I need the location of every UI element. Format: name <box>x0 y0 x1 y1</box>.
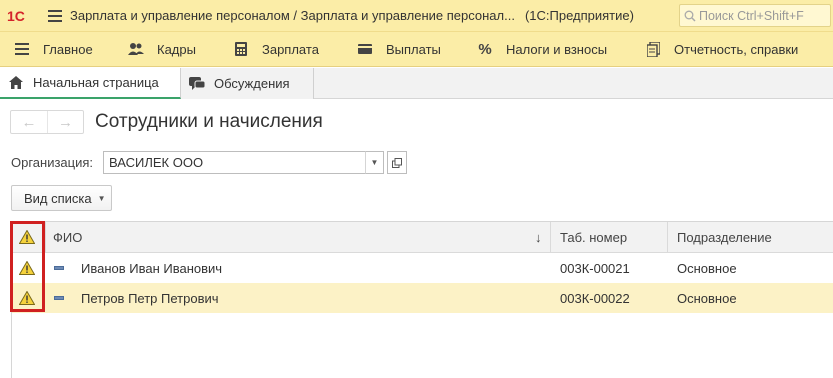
list-view-label: Вид списка <box>24 190 92 206</box>
search-placeholder: Поиск Ctrl+Shift+F <box>699 8 804 23</box>
list-view-button[interactable]: Вид списка ▼ <box>11 185 112 211</box>
menu-item-payments[interactable]: Выплаты <box>357 31 441 67</box>
employee-name: Иванов Иван Иванович <box>81 260 223 276</box>
window-title: Зарплата и управление персоналом / Зарпл… <box>70 8 515 23</box>
menu-item-main[interactable]: Главное <box>14 31 93 67</box>
menu-item-reports[interactable]: Отчетность, справки <box>645 31 798 67</box>
menu-item-label: Зарплата <box>262 41 319 57</box>
tab-label: Начальная страница <box>33 75 159 90</box>
menu-item-label: Главное <box>43 41 93 57</box>
hamburger-icon <box>14 41 30 57</box>
section-menu: Главное Кадры Зарплата Выплаты % Налоги … <box>0 31 833 67</box>
dropdown-arrow-icon[interactable]: ▼ <box>365 151 384 174</box>
column-header-name[interactable]: ФИО <box>53 222 82 253</box>
window-title-suffix: (1С:Предприятие) <box>524 8 634 23</box>
employee-name: Петров Петр Петрович <box>81 290 219 306</box>
sort-arrow-icon[interactable]: ↓ <box>535 222 542 253</box>
menu-item-salary[interactable]: Зарплата <box>233 31 319 67</box>
tab-number: 003К-00021 <box>560 260 630 276</box>
tab-home[interactable]: Начальная страница <box>0 68 181 99</box>
department: Основное <box>677 260 737 276</box>
page-title: Сотрудники и начисления <box>95 111 323 132</box>
home-icon <box>8 75 24 91</box>
employee-icon <box>54 296 64 300</box>
open-item-icon[interactable] <box>387 151 407 174</box>
department: Основное <box>677 290 737 306</box>
table-header: ФИО ↓ Таб. номер Подразделение <box>12 222 833 253</box>
organization-value: ВАСИЛЕК ООО <box>109 155 204 170</box>
search-input[interactable]: Поиск Ctrl+Shift+F <box>679 4 831 27</box>
nav-buttons: ← → <box>10 110 84 134</box>
employee-icon <box>54 266 64 270</box>
percent-icon: % <box>478 40 492 58</box>
svg-text:1С: 1С <box>7 8 25 24</box>
menu-item-label: Налоги и взносы <box>506 41 608 57</box>
menu-item-label: Отчетность, справки <box>674 41 799 57</box>
column-separator <box>667 222 668 253</box>
menu-item-personnel[interactable]: Кадры <box>128 31 196 67</box>
back-arrow-icon[interactable]: ← <box>11 111 47 133</box>
column-separator <box>45 222 46 253</box>
menu-item-label: Кадры <box>157 41 196 57</box>
people-icon <box>128 41 144 57</box>
employees-table: ФИО ↓ Таб. номер Подразделение Иванов Ив… <box>11 221 833 378</box>
column-header-tab-number[interactable]: Таб. номер <box>560 222 627 253</box>
tab-bar: Начальная страница Обсуждения <box>0 68 833 99</box>
1c-logo-icon[interactable]: 1С <box>0 0 40 31</box>
wallet-icon <box>357 41 373 57</box>
calculator-icon <box>233 41 249 57</box>
title-bar: 1С Зарплата и управление персоналом / За… <box>0 0 833 31</box>
chevron-down-icon: ▼ <box>97 193 106 203</box>
documents-icon <box>645 41 661 57</box>
chat-icon <box>189 76 205 92</box>
main-menu-icon[interactable] <box>40 0 70 31</box>
organization-field[interactable]: ВАСИЛЕК ООО <box>103 151 366 174</box>
tab-discussions[interactable]: Обсуждения <box>181 68 314 99</box>
tab-label: Обсуждения <box>214 76 290 91</box>
tab-number: 003К-00022 <box>560 290 630 306</box>
column-separator <box>550 222 551 253</box>
table-row[interactable]: Иванов Иван Иванович 003К-00021 Основное <box>12 253 833 283</box>
org-label: Организация: <box>11 155 94 170</box>
column-header-department[interactable]: Подразделение <box>677 222 772 253</box>
search-icon <box>684 10 696 22</box>
table-row[interactable]: Петров Петр Петрович 003К-00022 Основное <box>12 283 833 313</box>
warning-column-highlight <box>10 221 45 312</box>
forward-arrow-icon[interactable]: → <box>47 111 83 133</box>
menu-item-label: Выплаты <box>386 41 441 57</box>
menu-item-taxes[interactable]: % Налоги и взносы <box>477 31 607 67</box>
